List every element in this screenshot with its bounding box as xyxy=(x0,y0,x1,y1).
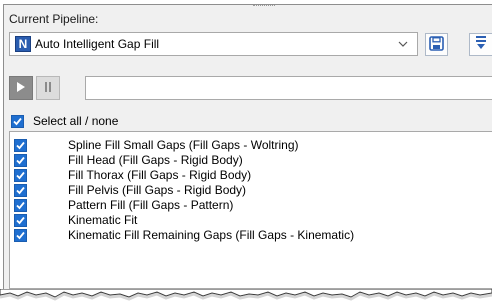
select-all-checkbox[interactable] xyxy=(11,114,24,128)
select-all-toggle[interactable]: Select all / none xyxy=(11,114,118,128)
pipeline-logo-icon: N xyxy=(15,36,31,52)
list-item[interactable]: Pattern Fill (Fill Gaps - Pattern) xyxy=(14,198,233,213)
select-all-label: Select all / none xyxy=(33,114,119,128)
operation-checkbox[interactable] xyxy=(14,139,27,152)
operation-label: Pattern Fill (Fill Gaps - Pattern) xyxy=(68,198,234,212)
filter-icon xyxy=(475,35,487,54)
operation-label: Fill Pelvis (Fill Gaps - Rigid Body) xyxy=(68,183,247,197)
operations-list: Spline Fill Small Gaps (Fill Gaps - Wolt… xyxy=(9,131,492,289)
current-pipeline-label: Current Pipeline: xyxy=(9,12,99,26)
pause-button[interactable] xyxy=(36,76,60,100)
list-item[interactable]: Kinematic Fit xyxy=(14,213,137,228)
list-item[interactable]: Fill Head (Fill Gaps - Rigid Body) xyxy=(14,153,243,168)
list-item[interactable]: Fill Thorax (Fill Gaps - Rigid Body) xyxy=(14,168,251,183)
progress-field xyxy=(85,76,492,100)
run-controls xyxy=(9,76,60,100)
list-item[interactable]: Kinematic Fill Remaining Gaps (Fill Gaps… xyxy=(14,228,354,243)
operation-label: Spline Fill Small Gaps (Fill Gaps - Wolt… xyxy=(68,138,299,152)
pipeline-select-value: Auto Intelligent Gap Fill xyxy=(35,37,160,51)
operation-label: Kinematic Fill Remaining Gaps (Fill Gaps… xyxy=(68,228,355,242)
operation-label: Kinematic Fit xyxy=(68,213,138,227)
torn-edge xyxy=(0,289,492,301)
save-pipeline-button[interactable] xyxy=(425,33,448,56)
pipeline-select[interactable]: N Auto Intelligent Gap Fill xyxy=(9,32,418,56)
chevron-down-icon[interactable] xyxy=(395,36,411,52)
list-item[interactable]: Spline Fill Small Gaps (Fill Gaps - Wolt… xyxy=(14,138,299,153)
operation-label: Fill Head (Fill Gaps - Rigid Body) xyxy=(68,153,243,167)
operation-checkbox[interactable] xyxy=(14,154,27,167)
operation-checkbox[interactable] xyxy=(14,229,27,242)
floppy-disk-icon xyxy=(429,35,444,54)
operation-label: Fill Thorax (Fill Gaps - Rigid Body) xyxy=(68,168,252,182)
operation-checkbox[interactable] xyxy=(14,199,27,212)
list-item[interactable]: Fill Pelvis (Fill Gaps - Rigid Body) xyxy=(14,183,246,198)
operation-checkbox[interactable] xyxy=(14,214,27,227)
panel-grip[interactable] xyxy=(253,5,275,8)
pause-icon xyxy=(43,81,53,96)
operation-checkbox[interactable] xyxy=(14,169,27,182)
play-button[interactable] xyxy=(9,76,33,100)
pipeline-options-button[interactable] xyxy=(469,33,492,56)
operation-checkbox[interactable] xyxy=(14,184,27,197)
play-icon xyxy=(16,81,26,96)
